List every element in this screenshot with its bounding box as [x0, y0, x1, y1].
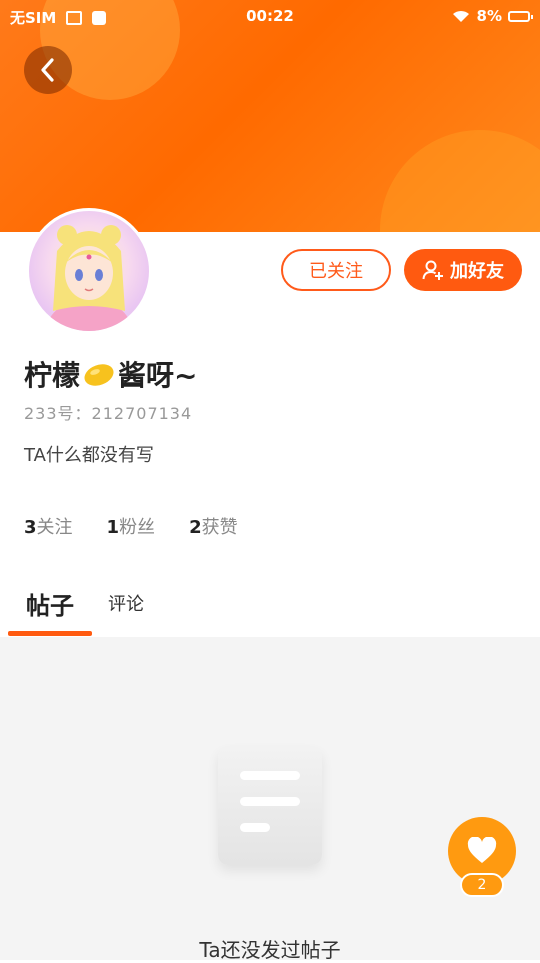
tab-comments[interactable]: 评论	[108, 590, 144, 616]
back-button[interactable]	[24, 46, 72, 94]
add-friend-button[interactable]: 加好友	[404, 249, 522, 291]
user-bio: TA什么都没有写	[24, 445, 154, 466]
stat-followers[interactable]: 1粉丝	[107, 513, 156, 539]
add-friend-label: 加好友	[450, 261, 504, 282]
lemon-icon	[84, 364, 114, 386]
wifi-icon	[451, 8, 471, 24]
empty-document-icon	[218, 747, 322, 865]
add-user-icon	[422, 260, 443, 280]
tab-active-indicator	[8, 631, 92, 636]
username-part1: 柠檬	[24, 359, 81, 392]
stat-label: 获赞	[201, 517, 238, 538]
username: 柠檬 酱呀~	[24, 354, 197, 394]
status-bar: 无SIM 00:22 8%	[0, 0, 540, 34]
battery-icon	[508, 10, 533, 22]
profile-tabs: 帖子 评论	[0, 578, 540, 636]
like-count-badge: 2	[460, 873, 504, 897]
stat-following[interactable]: 3关注	[24, 513, 73, 539]
battery-percent: 8%	[476, 7, 502, 25]
chevron-left-icon	[41, 58, 54, 82]
stat-likes[interactable]: 2获赞	[189, 513, 238, 539]
stat-value: 3	[24, 517, 37, 538]
heart-icon	[467, 837, 497, 863]
profile-stats: 3关注 1粉丝 2获赞	[24, 513, 238, 539]
following-button[interactable]: 已关注	[281, 249, 391, 291]
profile-header-banner	[0, 0, 540, 232]
empty-state-text: Ta还没发过帖子	[199, 938, 341, 962]
avatar[interactable]	[26, 208, 152, 334]
stat-value: 2	[189, 517, 202, 538]
tab-posts[interactable]: 帖子	[26, 586, 74, 621]
stat-label: 粉丝	[119, 517, 156, 538]
username-part2: 酱呀~	[118, 359, 198, 392]
stat-value: 1	[106, 517, 120, 538]
user-id: 233号：212707134	[24, 404, 193, 423]
stat-label: 关注	[36, 517, 73, 538]
